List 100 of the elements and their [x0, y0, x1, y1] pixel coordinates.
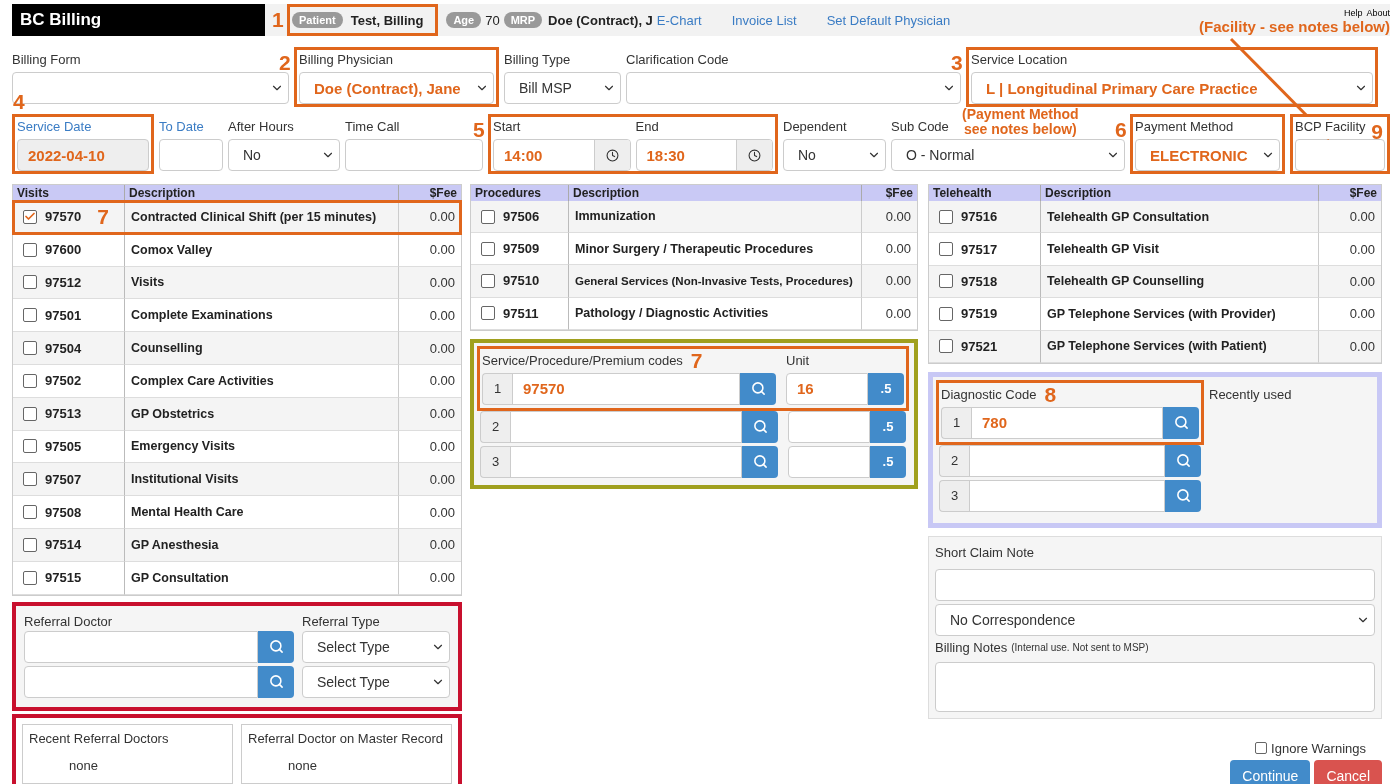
checkbox-label: Ignore Warnings: [1271, 740, 1366, 756]
search-button[interactable]: [1163, 406, 1199, 439]
checkbox[interactable]: [23, 570, 37, 585]
description-cell: Mental Health Care: [125, 496, 399, 529]
about-link[interactable]: About: [1366, 8, 1390, 18]
select-field[interactable]: Select Type: [302, 630, 450, 663]
select-field[interactable]: Bill MSP: [504, 72, 621, 104]
input-field[interactable]: [1295, 139, 1385, 171]
checkbox[interactable]: [939, 306, 953, 321]
code-text: 97507: [45, 471, 82, 487]
field-label: Unit: [786, 353, 810, 369]
code-text: 97512: [45, 275, 82, 290]
input-field[interactable]: 2022-04-10: [17, 139, 149, 171]
checkbox[interactable]: [939, 274, 953, 289]
search-button[interactable]: [258, 665, 294, 698]
description-cell: Counselling: [125, 332, 399, 365]
input-field[interactable]: [24, 665, 258, 698]
select-field[interactable]: No: [228, 139, 340, 171]
input-field[interactable]: [24, 630, 258, 663]
code-input[interactable]: [510, 445, 742, 478]
code-text: 97515: [45, 570, 82, 586]
unit-input[interactable]: 16: [786, 372, 868, 405]
header-link[interactable]: Invoice List: [731, 12, 797, 28]
checkbox[interactable]: [23, 275, 37, 290]
search-button[interactable]: [258, 630, 294, 663]
code-text: 97570: [45, 209, 82, 225]
checkbox[interactable]: [23, 209, 37, 224]
code-input[interactable]: [510, 410, 742, 443]
field-label: Referral Type: [302, 613, 381, 629]
code-input[interactable]: [969, 479, 1165, 512]
checkbox[interactable]: [481, 273, 495, 288]
clock-icon: [593, 140, 630, 170]
select-field[interactable]: ELECTRONIC: [1135, 139, 1280, 171]
search-button[interactable]: [742, 445, 778, 478]
description-cell: General Services (Non-Invasive Tests, Procedures): [569, 265, 862, 298]
fee-cell: 0.00: [399, 561, 461, 595]
input-field[interactable]: [345, 139, 483, 171]
select-field[interactable]: No: [783, 139, 886, 171]
search-button[interactable]: [1165, 479, 1201, 512]
checkbox[interactable]: [939, 209, 953, 224]
checkbox[interactable]: [23, 439, 37, 454]
code-text: 97508: [45, 504, 82, 520]
description-cell: GP Anesthesia: [125, 528, 399, 562]
input-field[interactable]: [935, 568, 1375, 601]
checkbox[interactable]: [23, 242, 37, 257]
half-unit-button[interactable]: .5: [868, 372, 904, 405]
description-cell: GP Telephone Services (with Patient): [1041, 330, 1319, 363]
description-cell: Comox Valley: [125, 233, 399, 267]
checkbox[interactable]: [23, 472, 37, 487]
fee-cell: 0.00: [1319, 298, 1381, 331]
callout-number: 2: [279, 52, 291, 73]
time-field[interactable]: 18:30: [635, 139, 773, 171]
search-icon: [750, 381, 766, 397]
select-field[interactable]: Doe (Contract), Jane: [299, 72, 494, 104]
select-field[interactable]: [626, 72, 961, 104]
half-unit-button[interactable]: .5: [870, 445, 906, 478]
select-field[interactable]: O - Normal: [891, 139, 1125, 171]
time-field[interactable]: 14:00: [493, 139, 631, 171]
fee-cell: 0.00: [862, 265, 917, 298]
checkbox[interactable]: [23, 308, 37, 323]
checkbox[interactable]: [23, 537, 37, 552]
search-button[interactable]: [742, 410, 778, 443]
code-input[interactable]: [969, 444, 1165, 477]
input-field[interactable]: [159, 139, 223, 171]
half-unit-button[interactable]: .5: [870, 410, 906, 443]
checkbox[interactable]: [939, 339, 953, 354]
select-field[interactable]: No Correspondence: [935, 603, 1375, 636]
checkbox[interactable]: [1255, 742, 1268, 755]
code-text: 97521: [961, 338, 998, 354]
unit-input[interactable]: [788, 445, 870, 478]
clock-icon: [736, 140, 772, 170]
box-title: Recent Referral Doctors: [29, 730, 170, 746]
search-button[interactable]: [1165, 444, 1201, 477]
age-tag: Age: [446, 12, 482, 28]
select-field[interactable]: L | Longitudinal Primary Care Practice: [971, 72, 1373, 104]
description-cell: GP Telephone Services (with Provider): [1041, 298, 1319, 331]
action-button[interactable]: Cancel: [1314, 759, 1382, 784]
header-link[interactable]: E-Chart: [656, 12, 702, 28]
checkbox[interactable]: [481, 306, 495, 321]
checkbox[interactable]: [23, 341, 37, 356]
help-link[interactable]: Help: [1343, 8, 1363, 18]
checkbox[interactable]: [481, 241, 495, 256]
row-number: 3: [480, 445, 510, 478]
checkbox[interactable]: [23, 505, 37, 520]
callout-number: 4: [13, 91, 25, 112]
checkbox[interactable]: [23, 406, 37, 421]
checkbox[interactable]: [939, 242, 953, 257]
checkbox[interactable]: [481, 209, 495, 224]
code-input[interactable]: 780: [971, 406, 1163, 439]
field-hint: (Internal use. Not sent to MSP): [1011, 642, 1149, 654]
action-button[interactable]: Continue: [1230, 759, 1311, 784]
header-link[interactable]: Set Default Physician: [826, 12, 951, 28]
unit-input[interactable]: [788, 410, 870, 443]
patient-name: Test, Billing: [350, 12, 424, 28]
search-button[interactable]: [740, 372, 776, 405]
fee-cell: 0.00: [862, 297, 917, 330]
select-field[interactable]: Select Type: [302, 665, 450, 698]
code-input[interactable]: 97570: [512, 372, 740, 405]
row-number: 3: [939, 479, 969, 512]
checkbox[interactable]: [23, 373, 37, 388]
